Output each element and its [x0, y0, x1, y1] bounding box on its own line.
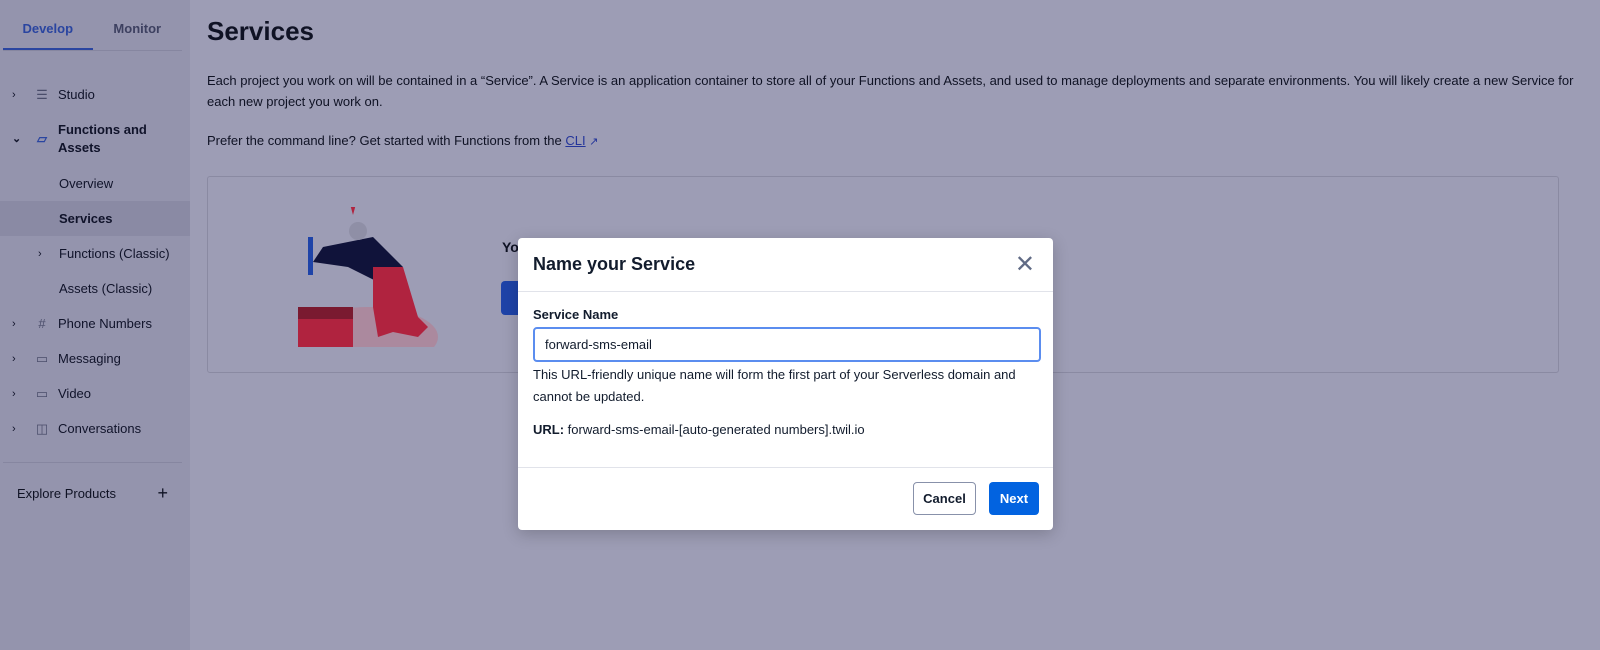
close-icon[interactable]: ✕ [1015, 252, 1035, 277]
video-icon: ▭ [35, 385, 49, 401]
chevron-right-icon: › [12, 352, 16, 365]
sidebar-item-label: Functions and Assets [58, 122, 147, 155]
sidebar-item-functions-classic[interactable]: › Functions (Classic) [0, 236, 190, 271]
chevron-right-icon: › [12, 88, 16, 101]
service-name-label: Service Name [533, 307, 619, 322]
sidebar-item-phone-numbers[interactable]: › # Phone Numbers [0, 306, 190, 341]
service-name-input[interactable] [533, 327, 1041, 362]
modal-body: Service Name This URL-friendly unique na… [518, 292, 1053, 468]
plus-icon: + [157, 482, 168, 503]
modal-title: Name your Service [533, 254, 696, 274]
sidebar-item-label: Studio [58, 87, 95, 102]
cli-prefix: Prefer the command line? Get started wit… [207, 133, 566, 148]
modal-header: Name your Service ✕ [518, 238, 1053, 292]
functions-icon: ▱ [37, 131, 47, 146]
message-icon: ▭ [35, 350, 49, 366]
sidebar: Develop Monitor › ☰ Studio ⌄ ▱ Functions and… [0, 0, 190, 650]
url-value: forward-sms-email-[auto-generated number… [564, 422, 865, 437]
external-link-icon: ↗ [589, 136, 599, 148]
name-service-modal: Name your Service ✕ Service Name This UR… [518, 238, 1053, 530]
page-title: Services [207, 16, 314, 46]
sidebar-item-services[interactable]: Services [0, 201, 190, 236]
chevron-right-icon: › [12, 317, 16, 330]
url-preview: URL: forward-sms-email-[auto-generated n… [533, 422, 1038, 437]
sidebar-item-messaging[interactable]: › ▭ Messaging [0, 341, 190, 376]
sidebar-item-label: Conversations [58, 421, 142, 436]
card-heading: Yo [502, 239, 519, 255]
sidebar-item-studio[interactable]: › ☰ Studio [0, 77, 190, 112]
chevron-down-icon: ⌄ [12, 133, 22, 145]
hash-icon: # [38, 316, 46, 331]
sidebar-nav: › ☰ Studio ⌄ ▱ Functions and Assets Overview… [0, 77, 190, 446]
sidebar-item-overview[interactable]: Overview [0, 166, 190, 201]
chevron-right-icon: › [38, 247, 42, 260]
sidebar-tabs: Develop Monitor [3, 0, 182, 51]
sidebar-item-label: Overview [59, 176, 114, 191]
sidebar-item-label: Phone Numbers [58, 316, 152, 331]
studio-icon: ☰ [36, 86, 48, 102]
cli-note: Prefer the command line? Get started wit… [207, 133, 1600, 148]
help-text: This URL-friendly unique name will form … [533, 367, 1016, 404]
sidebar-item-label: Services [59, 211, 113, 226]
explore-label: Explore Products [17, 485, 116, 501]
sidebar-item-label: Assets (Classic) [59, 281, 153, 296]
sidebar-item-label: Functions (Classic) [59, 246, 170, 261]
tab-develop[interactable]: Develop [3, 0, 93, 50]
conversations-icon: ◫ [35, 420, 49, 436]
sidebar-item-conversations[interactable]: › ◫ Conversations [0, 411, 190, 446]
url-label: URL: [533, 422, 565, 437]
chevron-right-icon: › [12, 387, 16, 400]
cli-link[interactable]: CLI [565, 133, 585, 148]
main-content: Services Each project you work on will b… [207, 0, 1600, 373]
sidebar-item-functions-and-assets[interactable]: ⌄ ▱ Functions and Assets [0, 112, 190, 166]
sidebar-item-video[interactable]: › ▭ Video [0, 376, 190, 411]
illustration [298, 207, 438, 347]
tab-monitor[interactable]: Monitor [93, 0, 183, 50]
cancel-button[interactable]: Cancel [913, 482, 976, 515]
modal-footer: Cancel Next [518, 468, 1053, 515]
explore-products-button[interactable]: Explore Products + [0, 463, 190, 523]
sidebar-item-label: Messaging [58, 351, 121, 366]
chevron-right-icon: › [12, 422, 16, 435]
next-button[interactable]: Next [989, 482, 1039, 515]
sidebar-item-label: Video [58, 386, 92, 401]
page-description: Each project you work on will be contain… [207, 73, 1574, 109]
sidebar-item-assets-classic[interactable]: Assets (Classic) [0, 271, 190, 306]
